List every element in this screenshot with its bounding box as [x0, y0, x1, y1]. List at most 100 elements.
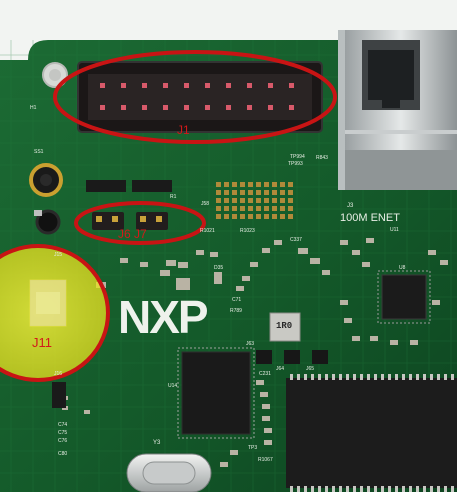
silk-r789: R789	[230, 308, 242, 314]
j58-pin	[280, 206, 285, 211]
j58-pin	[256, 190, 261, 195]
smd-part	[428, 250, 436, 255]
smd-part	[274, 240, 282, 245]
memory-pin	[409, 374, 412, 380]
memory-pin	[451, 486, 454, 492]
nxp-logo: NXP	[118, 291, 209, 343]
silk-c76: C76	[58, 438, 68, 444]
silk-ethernet: 100M ENET	[340, 212, 400, 224]
j1-pin	[226, 83, 231, 88]
j58-pin	[280, 198, 285, 203]
silk-c75: C75	[58, 430, 68, 436]
silk-j64: J64	[276, 366, 285, 372]
silk-c74: C74	[58, 422, 68, 428]
smd-part	[140, 262, 148, 267]
smd-part	[352, 336, 360, 341]
silk-tp993: TP993	[288, 161, 303, 167]
j58-pin	[248, 198, 253, 203]
j1-pin	[121, 105, 126, 110]
j58-pin	[216, 214, 221, 219]
memory-pin	[402, 374, 405, 380]
silk-r1023: R1023	[240, 228, 255, 234]
smd-part	[196, 250, 204, 255]
j58-pin	[224, 206, 229, 211]
j1-pin	[142, 105, 147, 110]
smd-part	[410, 340, 418, 345]
smd-part	[264, 428, 272, 433]
j58-pin	[288, 198, 293, 203]
smd-part	[340, 300, 348, 305]
j58-pin	[248, 182, 253, 187]
smd-part	[260, 392, 268, 397]
memory-pin	[416, 374, 419, 380]
j58-pin	[288, 190, 293, 195]
smd-part	[298, 248, 308, 254]
j58-pin	[224, 182, 229, 187]
smd-part	[390, 340, 398, 345]
memory-pin	[318, 374, 321, 380]
memory-pin	[395, 486, 398, 492]
j58-pin	[264, 198, 269, 203]
memory-chip	[286, 378, 457, 488]
j1-pin	[205, 105, 210, 110]
silk-j65: J65	[306, 366, 315, 372]
memory-pin	[353, 374, 356, 380]
silk-tp994: TP994	[290, 154, 305, 160]
j16-header	[52, 382, 66, 408]
memory-pin	[367, 486, 370, 492]
j58-pin	[272, 206, 277, 211]
memory-pin	[297, 486, 300, 492]
memory-pin	[430, 374, 433, 380]
smd-part	[230, 450, 238, 455]
silk-u8: U8	[399, 265, 406, 271]
j1-pin	[163, 105, 168, 110]
j58-pin	[264, 206, 269, 211]
inductor-marking: 1R0	[276, 321, 293, 331]
memory-pin	[381, 374, 384, 380]
memory-pin	[402, 486, 405, 492]
memory-pin	[290, 374, 293, 380]
smd-part	[160, 270, 170, 276]
j58-pin	[272, 214, 277, 219]
j1-pin	[268, 83, 273, 88]
silk-j63: J63	[246, 341, 255, 347]
j58-pin	[288, 182, 293, 187]
memory-pin	[353, 486, 356, 492]
memory-pin	[304, 374, 307, 380]
smd-part	[440, 260, 448, 265]
j58-pin	[264, 190, 269, 195]
silk-j58: J58	[201, 201, 210, 207]
smd-part	[322, 270, 330, 275]
j58-pin	[280, 182, 285, 187]
silk-tp3: TP3	[248, 445, 258, 451]
silk-h1: H1	[30, 105, 37, 111]
silk-j16: J16	[54, 371, 63, 377]
smd-part	[262, 248, 270, 253]
smd-part	[178, 262, 188, 268]
smd-part	[352, 250, 360, 255]
j58-pin	[288, 206, 293, 211]
memory-pin	[430, 486, 433, 492]
memory-pin	[318, 486, 321, 492]
memory-pin	[360, 374, 363, 380]
silk-j3: J3	[347, 203, 354, 209]
memory-pin	[395, 374, 398, 380]
memory-pin	[332, 486, 335, 492]
smd-part	[236, 286, 244, 291]
j58-pin	[240, 198, 245, 203]
j58-pin	[280, 214, 285, 219]
memory-pin	[374, 374, 377, 380]
j58-pin	[240, 206, 245, 211]
smd-part	[220, 462, 228, 467]
memory-pin	[297, 374, 300, 380]
j58-pin	[256, 214, 261, 219]
silk-d35: D35	[214, 265, 224, 271]
memory-pin	[367, 374, 370, 380]
j58-pin	[280, 190, 285, 195]
smd-part	[214, 272, 222, 284]
smd-part	[262, 404, 270, 409]
memory-pin	[388, 374, 391, 380]
smd-part	[310, 258, 320, 264]
smd-part	[84, 410, 90, 414]
j58-pin	[240, 190, 245, 195]
